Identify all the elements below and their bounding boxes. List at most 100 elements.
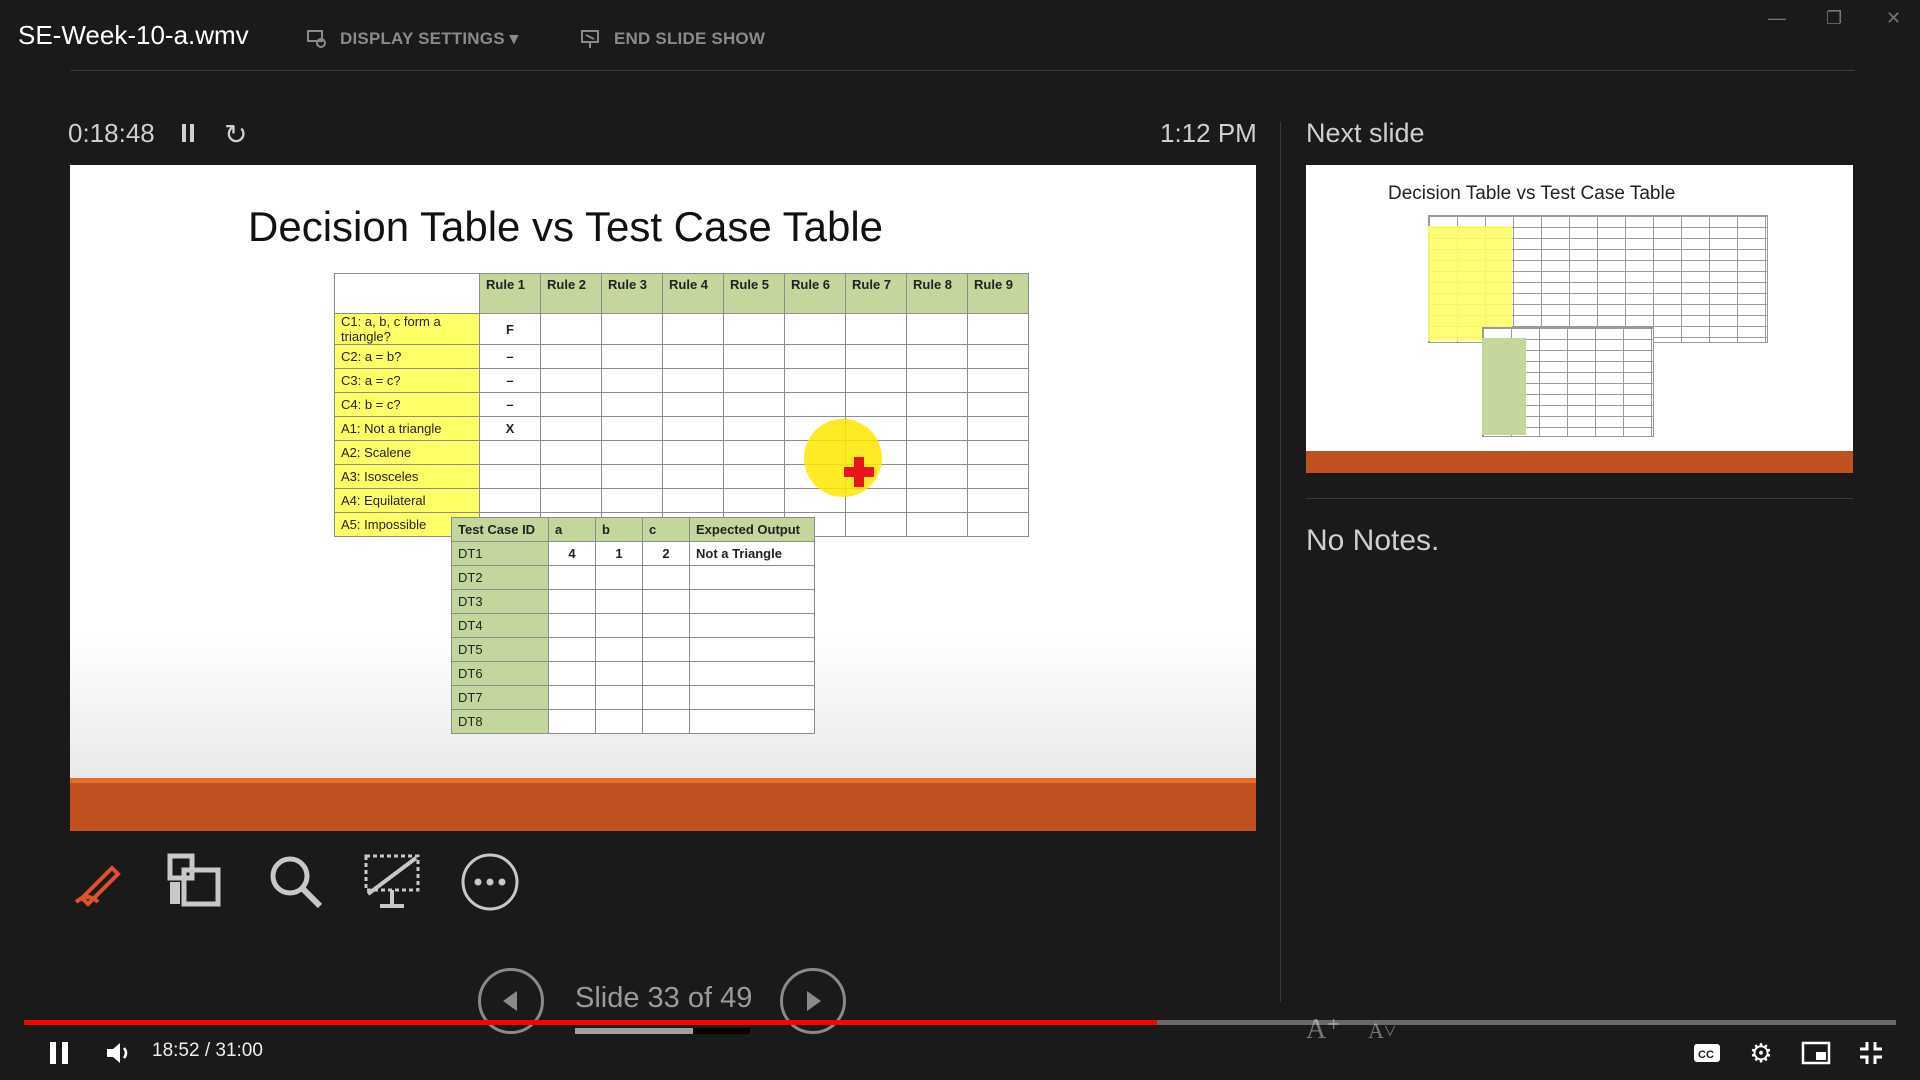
rule-header: Rule 3 (601, 273, 663, 314)
slide-title: Decision Table vs Test Case Table (248, 203, 884, 250)
decision-row: A2: Scalene (334, 440, 1029, 465)
end-show-label: END SLIDE SHOW (614, 29, 766, 48)
rule-cell (662, 392, 724, 417)
tc-row: DT8 (451, 709, 815, 734)
volume-icon[interactable] (104, 1038, 134, 1068)
see-all-slides-icon[interactable] (166, 852, 226, 912)
rule-cell (906, 368, 968, 393)
decision-row: C1: a, b, c form a triangle? F (334, 313, 1029, 345)
speaker-notes: No Notes. (1306, 524, 1440, 557)
pen-icon[interactable] (68, 852, 128, 912)
tc-cell-id: DT8 (451, 709, 549, 734)
tc-cell-c (642, 613, 690, 638)
condition-label: C2: a = b? (334, 344, 480, 369)
rule-cell (723, 488, 785, 513)
captions-icon[interactable]: CC (1692, 1038, 1722, 1068)
tc-cell-c (642, 565, 690, 590)
tc-cell-b (595, 685, 643, 710)
tc-cell-b (595, 565, 643, 590)
rule-cell (906, 416, 968, 441)
close-icon[interactable]: ✕ (1886, 8, 1901, 29)
zoom-icon[interactable] (266, 852, 326, 912)
tc-header: a (548, 517, 596, 542)
tc-cell-b: 1 (595, 541, 643, 566)
increase-font-icon[interactable]: A⁺ (1306, 1012, 1341, 1046)
tc-header: b (595, 517, 643, 542)
tc-cell-id: DT2 (451, 565, 549, 590)
rule-cell (967, 313, 1029, 345)
tc-header: c (642, 517, 690, 542)
rule-cell (906, 440, 968, 465)
more-options-icon[interactable] (460, 852, 520, 912)
next-slide-label: Next slide (1306, 118, 1425, 148)
tc-cell-b (595, 709, 643, 734)
rule-cell (967, 416, 1029, 441)
rule-cell (540, 313, 602, 345)
rule-cell (967, 368, 1029, 393)
tc-cell-out: Not a Triangle (689, 541, 815, 566)
end-slide-show-button[interactable]: END SLIDE SHOW (580, 28, 765, 50)
slide-footer-bar (70, 778, 1256, 831)
tc-row: DT6 (451, 661, 815, 686)
rule-cell (662, 440, 724, 465)
cursor-cross-icon (844, 457, 874, 487)
display-settings-button[interactable]: DISPLAY SETTINGS ▾ (306, 28, 518, 50)
rule-header: Rule 7 (845, 273, 907, 314)
settings-icon[interactable]: ⚙ (1746, 1038, 1776, 1068)
tc-cell-a: 4 (548, 541, 596, 566)
rule-cell: F (479, 313, 541, 345)
top-divider (70, 70, 1855, 71)
tc-cell-b (595, 661, 643, 686)
tc-cell-id: DT5 (451, 637, 549, 662)
restore-icon[interactable]: ❐ (1826, 8, 1842, 29)
end-show-icon (581, 30, 599, 48)
minimize-icon[interactable]: — (1768, 8, 1786, 29)
rule-cell (540, 440, 602, 465)
slide-counter: Slide 33 of 49 (575, 982, 753, 1014)
tc-header: Test Case ID (451, 517, 549, 542)
rule-cell (662, 488, 724, 513)
rule-cell (479, 464, 541, 489)
rule-cell (784, 344, 846, 369)
condition-label: A2: Scalene (334, 440, 480, 465)
video-time: 18:52 / 31:00 (152, 1040, 263, 1061)
tc-row: DT7 (451, 685, 815, 710)
rule-cell (601, 344, 663, 369)
svg-text:CC: CC (1698, 1049, 1714, 1061)
rule-cell (723, 344, 785, 369)
reset-timer-icon[interactable]: ↻ (224, 118, 247, 151)
tc-cell-a (548, 565, 596, 590)
rule-cell (723, 416, 785, 441)
rule-cell (601, 313, 663, 345)
rule-cell (540, 488, 602, 513)
rule-cell (967, 512, 1029, 537)
next-slide-preview[interactable]: Decision Table vs Test Case Table (1306, 165, 1853, 473)
current-slide: Decision Table vs Test Case Table Rule 1… (70, 165, 1256, 831)
display-settings-icon (307, 30, 326, 48)
miniplayer-icon[interactable] (1800, 1038, 1832, 1068)
rule-cell: – (479, 344, 541, 369)
tc-cell-out (689, 661, 815, 686)
rule-cell (662, 368, 724, 393)
tc-cell-c (642, 637, 690, 662)
tc-cell-id: DT3 (451, 589, 549, 614)
exit-fullscreen-icon[interactable] (1856, 1038, 1886, 1068)
rule-cell (662, 344, 724, 369)
rule-cell (906, 512, 968, 537)
rule-cell (967, 440, 1029, 465)
rule-cell (906, 488, 968, 513)
condition-label: A4: Equilateral (334, 488, 480, 513)
rule-cell: – (479, 368, 541, 393)
tc-cell-id: DT7 (451, 685, 549, 710)
tc-cell-c (642, 709, 690, 734)
rule-cell (784, 392, 846, 417)
play-pause-icon[interactable] (44, 1038, 74, 1068)
black-screen-icon[interactable] (362, 852, 422, 912)
pause-timer-icon[interactable] (180, 122, 196, 144)
rule-header: Rule 2 (540, 273, 602, 314)
rule-cell (723, 440, 785, 465)
tc-cell-b (595, 637, 643, 662)
video-progress-bar[interactable] (24, 1020, 1896, 1025)
condition-label: C3: a = c? (334, 368, 480, 393)
rule-cell: X (479, 416, 541, 441)
